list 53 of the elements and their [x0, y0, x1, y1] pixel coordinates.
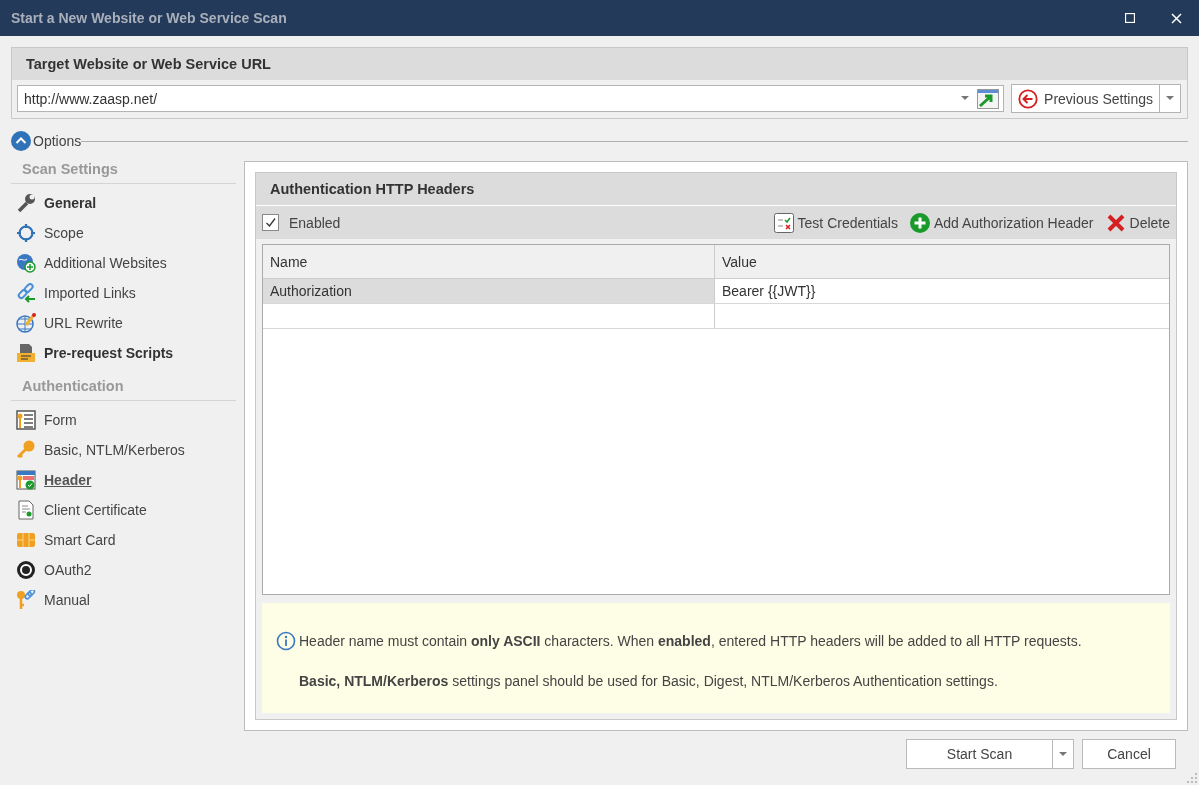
crosshair-icon	[16, 223, 36, 243]
close-icon	[1170, 12, 1182, 24]
sidebar-heading: Authentication	[11, 372, 236, 401]
test-credentials-button[interactable]: Test Credentials	[773, 212, 898, 233]
info-icon	[276, 631, 296, 651]
key-icon	[16, 440, 36, 460]
checklist-icon	[773, 212, 794, 233]
chip-card-icon	[16, 530, 36, 550]
info-text: Basic, NTLM/Kerberos settings panel should be used for Basic, Digest, NTLM/Kerberos Authentication settings.	[298, 673, 999, 689]
options-toggle[interactable]: Options	[11, 131, 82, 151]
add-header-button[interactable]: Add Authorization Header	[909, 212, 1094, 233]
sidebar-item[interactable]: URL Rewrite	[11, 308, 236, 338]
certificate-icon	[16, 500, 36, 520]
sidebar-item[interactable]: Imported Links	[11, 278, 236, 308]
maximize-icon	[1125, 13, 1135, 23]
caret-icon	[1059, 751, 1067, 757]
sidebar-item[interactable]: Basic, NTLM/Kerberos	[11, 435, 236, 465]
caret-icon	[1166, 96, 1174, 101]
table-cell: Authorization	[263, 279, 715, 303]
column-header[interactable]: Name	[263, 245, 715, 278]
delete-button[interactable]: Delete	[1105, 212, 1170, 233]
globe-plus-icon	[16, 253, 36, 273]
sidebar-item[interactable]: Client Certificate	[11, 495, 236, 525]
enabled-checkbox[interactable]: Enabled	[262, 214, 341, 231]
sidebar-item[interactable]: Smart Card	[11, 525, 236, 555]
panel-title: Authentication HTTP Headers	[256, 173, 1176, 206]
sidebar-item[interactable]: Header	[11, 465, 236, 495]
cancel-button[interactable]: Cancel	[1082, 739, 1176, 769]
table-cell-text: Bearer {{JWT}}	[721, 282, 817, 301]
checkmark-icon	[265, 217, 276, 228]
sidebar-heading: Scan Settings	[11, 155, 236, 184]
column-header[interactable]: Value	[715, 245, 1169, 278]
delete-icon	[1105, 212, 1126, 233]
window-title: Start a New Website or Web Service Scan	[11, 10, 288, 26]
resize-grip-icon	[1187, 773, 1197, 783]
url-field[interactable]: http://www.zaasp.net/	[17, 85, 1005, 112]
globe-pencil-icon	[16, 313, 36, 333]
sidebar-item[interactable]: Scope	[11, 218, 236, 248]
info-text: Header name must contain only ASCII characters. When enabled, entered HTTP headers will be added to all HTTP requests.	[299, 633, 1082, 649]
sidebar-item[interactable]: Form	[11, 405, 236, 435]
key-window-check-icon	[16, 470, 36, 490]
wrench-icon	[16, 193, 36, 213]
section-title: Target Website or Web Service URL	[12, 48, 1187, 80]
sidebar-item[interactable]: Manual	[11, 585, 236, 615]
sidebar-item[interactable]: Pre-request Scripts	[11, 338, 236, 368]
sidebar-item[interactable]: Additional Websites	[11, 248, 236, 278]
chain-link-icon	[16, 283, 36, 303]
dropdown-caret-icon	[961, 96, 970, 101]
key-chain-icon	[16, 590, 36, 610]
add-icon	[909, 212, 930, 233]
key-form-icon	[16, 410, 36, 430]
sidebar-item[interactable]: OAuth2	[11, 555, 236, 585]
sidebar-item[interactable]: General	[11, 188, 236, 218]
